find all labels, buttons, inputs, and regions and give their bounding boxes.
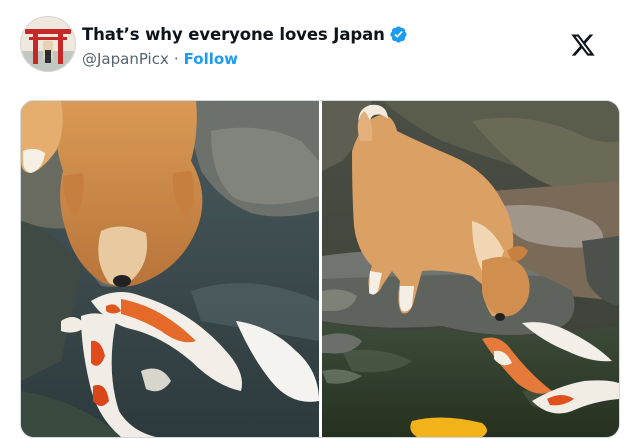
verified-badge-icon xyxy=(390,25,407,43)
post-card: That’s why everyone loves Japan @JapanPi… xyxy=(0,0,640,439)
photo-shiba-inu-nose-to-koi-closeup xyxy=(21,101,319,437)
post-media[interactable] xyxy=(20,100,620,438)
follow-button[interactable]: Follow xyxy=(184,50,238,68)
separator-dot: · xyxy=(173,50,179,68)
x-logo-icon[interactable] xyxy=(570,32,596,58)
author-handle-row: @JapanPicx · Follow xyxy=(82,49,238,69)
photo-left[interactable] xyxy=(21,101,319,437)
author-name-row: That’s why everyone loves Japan xyxy=(82,22,408,46)
photo-shiba-inu-standing-over-koi-pond xyxy=(322,101,619,437)
author-display-name[interactable]: That’s why everyone loves Japan xyxy=(82,25,385,44)
torii-gate-avatar-icon xyxy=(21,17,75,71)
photo-right[interactable] xyxy=(322,101,619,437)
author-handle[interactable]: @JapanPicx xyxy=(82,50,169,68)
author-avatar[interactable] xyxy=(20,16,76,72)
post-header: That’s why everyone loves Japan @JapanPi… xyxy=(20,14,620,74)
